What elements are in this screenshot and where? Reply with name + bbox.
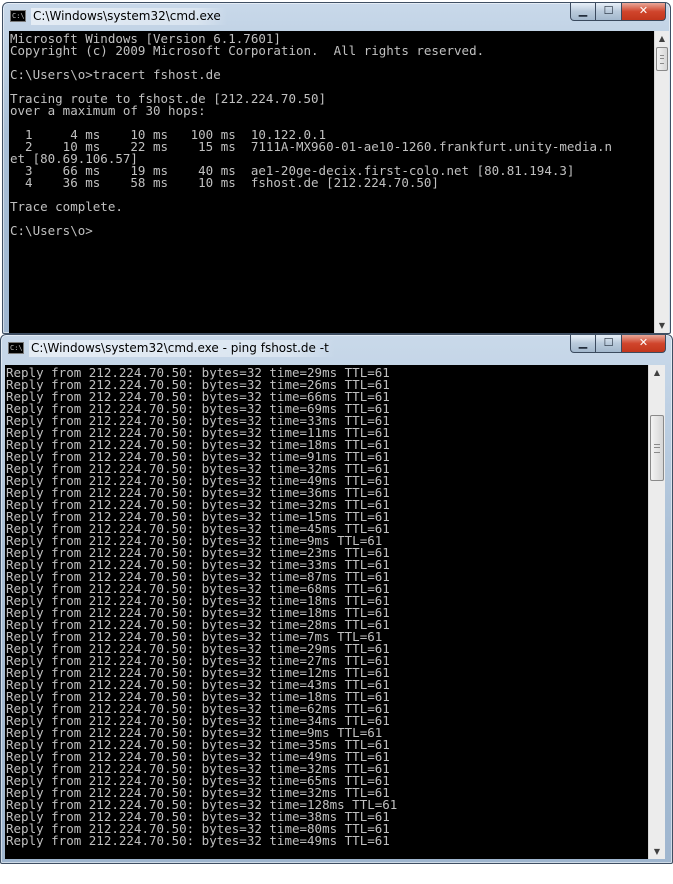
console-output[interactable]: Reply from 212.224.70.50: bytes=32 time=… <box>5 365 648 859</box>
console-line: Trace complete. <box>10 199 123 214</box>
window-controls: ▁ ☐ ✕ <box>570 3 666 21</box>
vertical-scrollbar[interactable]: ▲ ▼ <box>648 365 665 859</box>
console-output[interactable]: Microsoft Windows [Version 6.1.7601] Cop… <box>9 31 654 333</box>
maximize-button[interactable]: ☐ <box>596 3 622 21</box>
minimize-button[interactable]: ▁ <box>570 335 596 353</box>
console-text: Microsoft Windows [Version 6.1.7601] Cop… <box>9 31 654 237</box>
window-controls: ▁ ☐ ✕ <box>570 335 666 353</box>
maximize-icon: ☐ <box>603 4 614 17</box>
minimize-button[interactable]: ▁ <box>570 3 596 21</box>
close-button[interactable]: ✕ <box>622 3 666 21</box>
maximize-icon: ☐ <box>603 336 614 349</box>
close-button[interactable]: ✕ <box>622 335 666 353</box>
close-icon: ✕ <box>638 4 649 17</box>
minimize-icon: ▁ <box>578 4 588 17</box>
maximize-button[interactable]: ☐ <box>596 335 622 353</box>
arrow-down-icon[interactable]: ▼ <box>655 318 669 333</box>
title-bar[interactable]: C:\ C:\Windows\system32\cmd.exe ▁ ☐ ✕ <box>3 3 670 29</box>
window-title: C:\Windows\system32\cmd.exe <box>31 8 227 25</box>
console-line: Copyright (c) 2009 Microsoft Corporation… <box>10 43 485 58</box>
console-app-icon[interactable]: C:\ <box>10 10 26 22</box>
console-line: C:\Users\o>tracert fshost.de <box>10 67 221 82</box>
close-icon: ✕ <box>638 336 649 349</box>
console-line: C:\Users\o> <box>10 223 93 238</box>
scroll-thumb[interactable] <box>650 415 664 481</box>
console-text: Reply from 212.224.70.50: bytes=32 time=… <box>5 365 648 847</box>
minimize-icon: ▁ <box>578 336 588 349</box>
cmd-window-ping[interactable]: C:\ C:\Windows\system32\cmd.exe - ping f… <box>0 334 673 864</box>
grip-icon <box>660 55 664 64</box>
arrow-down-icon[interactable]: ▼ <box>649 844 665 859</box>
scroll-thumb[interactable] <box>656 47 668 71</box>
arrow-up-icon[interactable]: ▲ <box>655 31 669 46</box>
cmd-window-tracert[interactable]: C:\ C:\Windows\system32\cmd.exe ▁ ☐ ✕ Mi… <box>2 2 671 334</box>
console-line: 4 36 ms 58 ms 10 ms fshost.de [212.224.7… <box>10 175 439 190</box>
grip-icon <box>654 444 660 453</box>
vertical-scrollbar[interactable]: ▲ ▼ <box>654 31 669 333</box>
console-line: over a maximum of 30 hops: <box>10 103 206 118</box>
arrow-up-icon[interactable]: ▲ <box>649 365 665 380</box>
window-title: C:\Windows\system32\cmd.exe - ping fshos… <box>29 340 335 357</box>
console-app-icon[interactable]: C:\ <box>8 342 24 354</box>
title-bar[interactable]: C:\ C:\Windows\system32\cmd.exe - ping f… <box>1 335 672 361</box>
console-line: Reply from 212.224.70.50: bytes=32 time=… <box>6 833 390 848</box>
